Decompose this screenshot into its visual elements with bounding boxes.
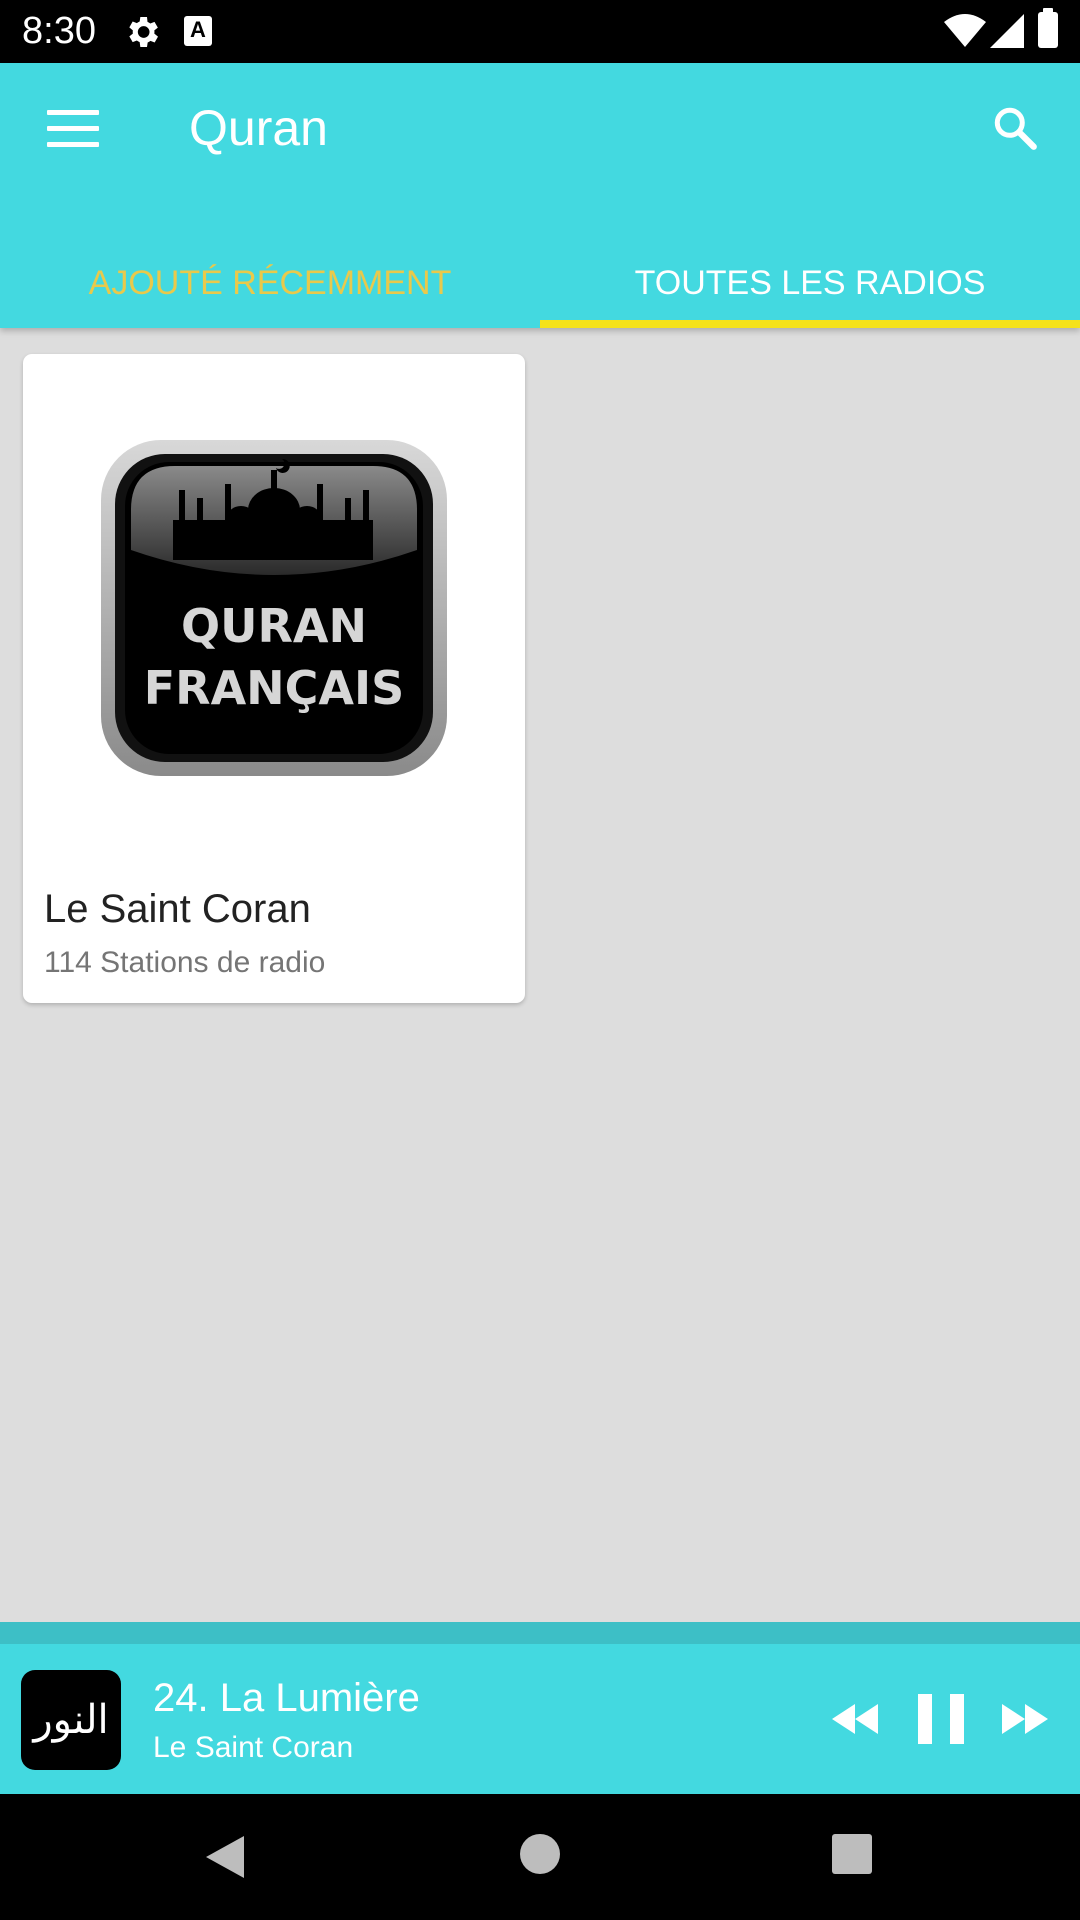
tab-recently-added[interactable]: AJOUTÉ RÉCEMMENT [0, 238, 540, 328]
category-card[interactable]: QURAN FRANÇAIS Le Saint Coran 114 Statio… [23, 354, 525, 1003]
back-icon[interactable] [204, 1834, 246, 1880]
player-artwork[interactable]: النور [21, 1670, 121, 1770]
player-top-edge [0, 1622, 1080, 1644]
home-icon[interactable] [520, 1834, 560, 1874]
status-time: 8:30 [22, 10, 96, 52]
app-title: Quran [189, 100, 328, 156]
a-badge-icon: A [184, 16, 212, 46]
app-bar: Quran AJOUTÉ RÉCEMMENT TOUTES LES RADIOS [0, 63, 1080, 328]
quran-francais-logo: QURAN FRANÇAIS [101, 440, 447, 776]
signal-icon [990, 14, 1024, 48]
pause-icon[interactable] [918, 1694, 964, 1744]
search-icon[interactable] [990, 103, 1040, 153]
logo-text-francais: FRANÇAIS [144, 661, 405, 715]
tab-all-radios[interactable]: TOUTES LES RADIOS [540, 238, 1080, 328]
navigation-bar [0, 1794, 1080, 1920]
tab-indicator [540, 320, 1080, 328]
status-bar: 8:30 A [0, 0, 1080, 63]
player-title: 24. La Lumière [153, 1676, 420, 1720]
wifi-icon [944, 14, 986, 47]
menu-icon[interactable] [47, 108, 99, 148]
player-subtitle: Le Saint Coran [153, 1731, 354, 1764]
battery-icon [1038, 8, 1058, 48]
card-title: Le Saint Coran [44, 887, 311, 931]
gear-icon [129, 17, 158, 47]
fast-forward-icon[interactable] [1000, 1694, 1050, 1744]
recents-icon[interactable] [832, 1834, 872, 1874]
mini-player[interactable]: النور 24. La Lumière Le Saint Coran [0, 1644, 1080, 1794]
card-subtitle: 114 Stations de radio [44, 946, 326, 979]
logo-text-quran: QURAN [181, 599, 367, 653]
rewind-icon[interactable] [830, 1694, 880, 1744]
